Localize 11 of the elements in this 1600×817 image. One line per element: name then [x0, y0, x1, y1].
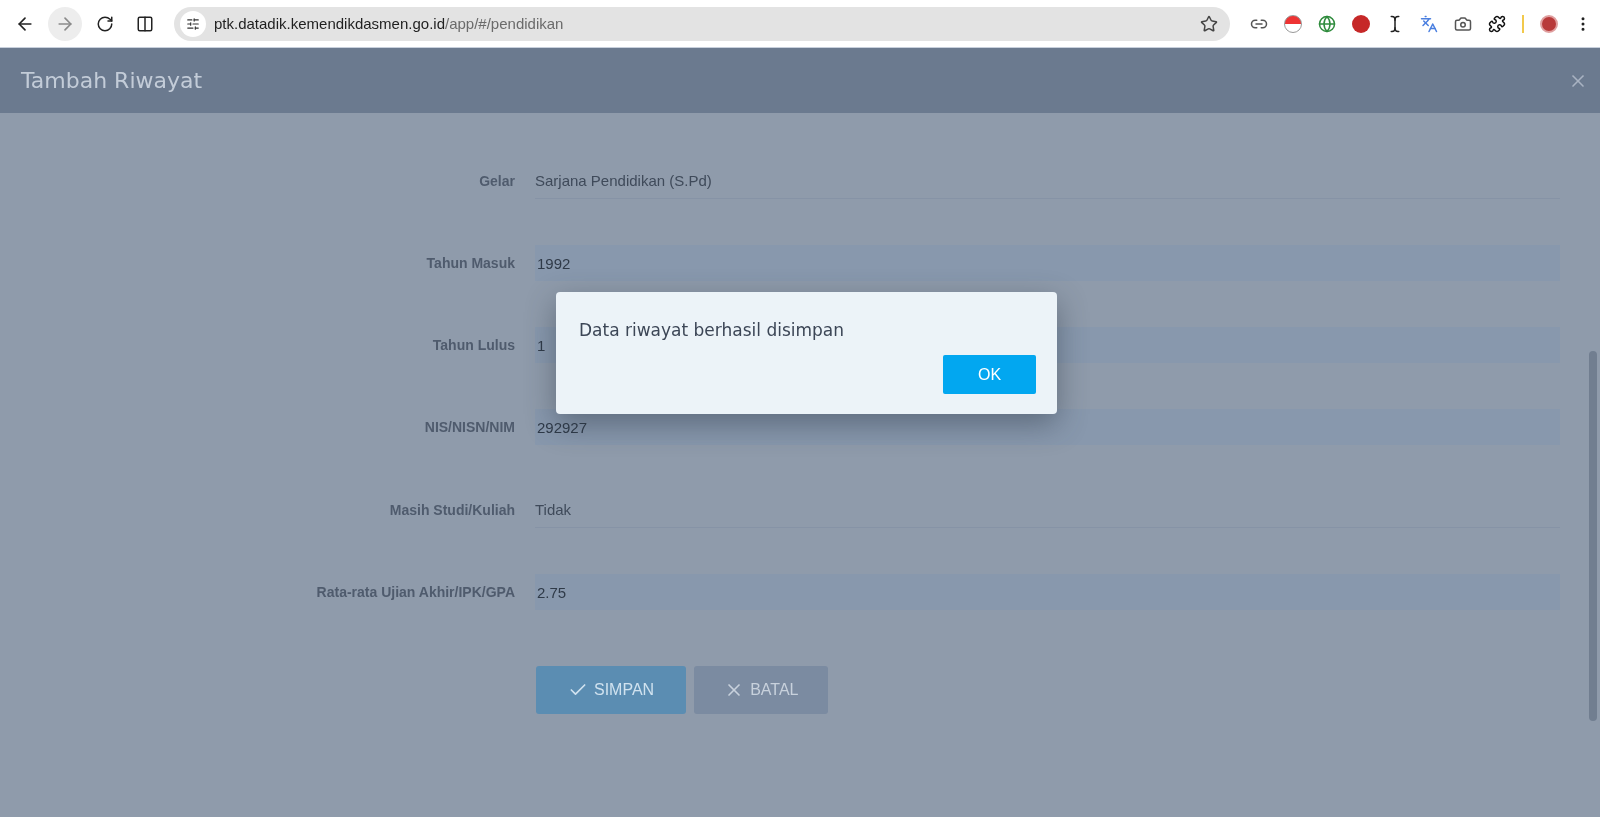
url-text: ptk.datadik.kemendikdasmen.go.id/app/#/pendidikan [214, 15, 565, 32]
field-label: Masih Studi/Kuliah [388, 501, 515, 518]
field-value: Tidak [535, 491, 1560, 528]
field-label: Rata-rata Ujian Akhir/IPK/GPA [315, 584, 515, 600]
modal-title: Tambah Riwayat [21, 68, 203, 93]
field-value: Sarjana Pendidikan (S.Pd) [535, 162, 1560, 199]
field-label: Tahun Lulus [431, 337, 515, 353]
field-label: Gelar [478, 172, 515, 189]
field-label: NIS/NISN/NIM [423, 419, 515, 435]
alert-message: Data riwayat berhasil disimpan [579, 320, 846, 340]
field-label: Tahun Masuk [425, 255, 515, 271]
